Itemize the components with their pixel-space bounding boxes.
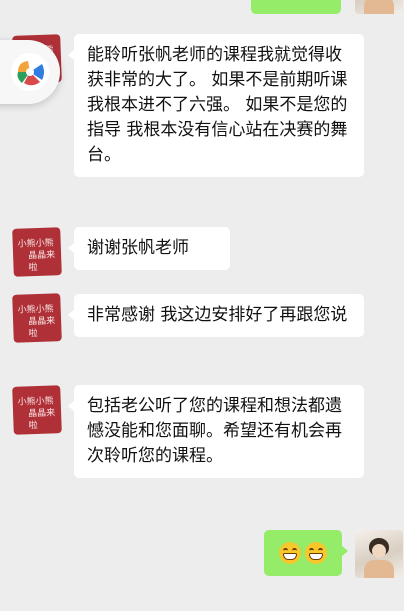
floating-window-button[interactable] (0, 40, 60, 104)
chat-screen: 小熊小熊 晶晶来啦 能聆听张帆老师的课程我就觉得收获非常的大了。 如果不是前期听… (0, 0, 404, 611)
grinning-face-icon (305, 542, 327, 564)
self-message-bubble[interactable] (264, 530, 348, 576)
self-avatar[interactable] (355, 530, 403, 578)
message-text: 能聆听张帆老师的课程我就觉得收获非常的大了。 如果不是前期听课 我根本进不了六强… (87, 45, 348, 165)
contact-avatar[interactable]: 小熊小熊 晶晶来啦 (12, 293, 62, 343)
message-text: 谢谢张帆老师 (87, 238, 189, 258)
message-bubble[interactable]: 包括老公听了您的课程和想法都遗憾没能和您面聊。希望还有机会再次聆听您的课程。 (68, 385, 364, 478)
app-logo-icon (11, 53, 49, 91)
self-avatar[interactable] (355, 0, 403, 14)
message-text: 非常感谢 我这边安排好了再跟您说 (87, 305, 348, 325)
message-bubble[interactable]: 能聆听张帆老师的课程我就觉得收获非常的大了。 如果不是前期听课 我根本进不了六强… (68, 34, 364, 177)
contact-avatar[interactable]: 小熊小熊 晶晶来啦 (12, 385, 62, 435)
avatar-text-line: 晶晶来啦 (27, 316, 56, 340)
avatar-text-line: 晶晶来啦 (27, 250, 56, 274)
contact-avatar[interactable]: 小熊小熊 晶晶来啦 (12, 227, 62, 277)
message-bubble[interactable]: 非常感谢 我这边安排好了再跟您说 (68, 294, 364, 337)
avatar-text-line: 晶晶来啦 (27, 408, 56, 432)
message-text: 包括老公听了您的课程和想法都遗憾没能和您面聊。希望还有机会再次聆听您的课程。 (87, 396, 342, 466)
message-bubble[interactable]: 谢谢张帆老师 (68, 227, 230, 270)
self-message-bubble-partial[interactable] (251, 0, 341, 14)
grinning-face-icon (279, 542, 301, 564)
